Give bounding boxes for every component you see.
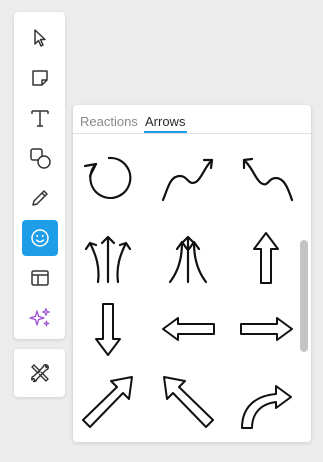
layout-icon	[31, 270, 49, 286]
smiley-icon	[31, 229, 49, 247]
tab-reactions[interactable]: Reactions	[80, 114, 138, 129]
tools-icon	[31, 364, 49, 383]
triple-arrows-spread-icon	[84, 235, 132, 284]
sticker-outline-arrow-up-right[interactable]	[76, 370, 140, 434]
main-toolbar	[14, 12, 65, 339]
sticker-tabs: Reactions Arrows	[73, 105, 311, 134]
circular-arrow-icon	[83, 156, 132, 200]
cursor-icon	[34, 29, 46, 47]
shapes-tool-button[interactable]	[22, 140, 58, 176]
outline-arrow-up-right-icon	[82, 376, 133, 428]
outline-arrow-left-icon	[162, 317, 215, 341]
pencil-icon	[32, 190, 48, 206]
scrollbar-thumb[interactable]	[300, 240, 308, 352]
sticky-note-tool-button[interactable]	[22, 60, 58, 96]
stickers-tool-button[interactable]	[22, 220, 58, 256]
sticker-picker-panel: Reactions Arrows	[73, 105, 311, 442]
text-icon	[31, 110, 49, 127]
outline-arrow-up-left-icon	[163, 376, 214, 428]
active-tab-indicator	[144, 131, 187, 133]
sticker-outline-arrow-down[interactable]	[76, 297, 140, 361]
sticker-triple-arrows-spread[interactable]	[76, 225, 140, 289]
tab-arrows[interactable]: Arrows	[145, 114, 185, 129]
sticker-outline-arrow-up-left[interactable]	[156, 370, 220, 434]
sticker-triple-arrows-converge[interactable]	[156, 225, 220, 289]
curved-arrow-right-icon	[241, 385, 292, 429]
outline-arrow-right-icon	[240, 317, 293, 341]
pen-tool-button[interactable]	[22, 180, 58, 216]
outline-arrow-up-icon	[253, 232, 279, 284]
sticker-curvy-arrow-up-right[interactable]	[156, 146, 220, 210]
text-tool-button[interactable]	[22, 100, 58, 136]
secondary-toolbar	[14, 349, 65, 397]
curvy-arrow-up-left-icon	[242, 157, 294, 202]
sticker-outline-arrow-left[interactable]	[156, 297, 220, 361]
sticky-note-icon	[32, 70, 48, 86]
sparkles-icon	[29, 307, 51, 327]
curvy-arrow-up-right-icon	[161, 158, 214, 202]
sticker-grid	[73, 134, 297, 442]
triple-arrows-converge-icon	[168, 235, 208, 284]
sticker-curved-arrow-right[interactable]	[234, 370, 298, 434]
outline-arrow-down-icon	[95, 303, 121, 356]
select-tool-button[interactable]	[22, 20, 58, 56]
layout-tool-button[interactable]	[22, 260, 58, 296]
sticker-outline-arrow-up[interactable]	[234, 225, 298, 289]
sticker-curvy-arrow-up-left[interactable]	[234, 146, 298, 210]
sticker-scrollbar[interactable]	[297, 145, 311, 442]
shapes-icon	[30, 148, 51, 169]
sticker-outline-arrow-right[interactable]	[234, 297, 298, 361]
ai-tool-button[interactable]	[22, 300, 58, 336]
tools-button[interactable]	[22, 355, 58, 391]
sticker-circular-arrow[interactable]	[76, 146, 140, 210]
